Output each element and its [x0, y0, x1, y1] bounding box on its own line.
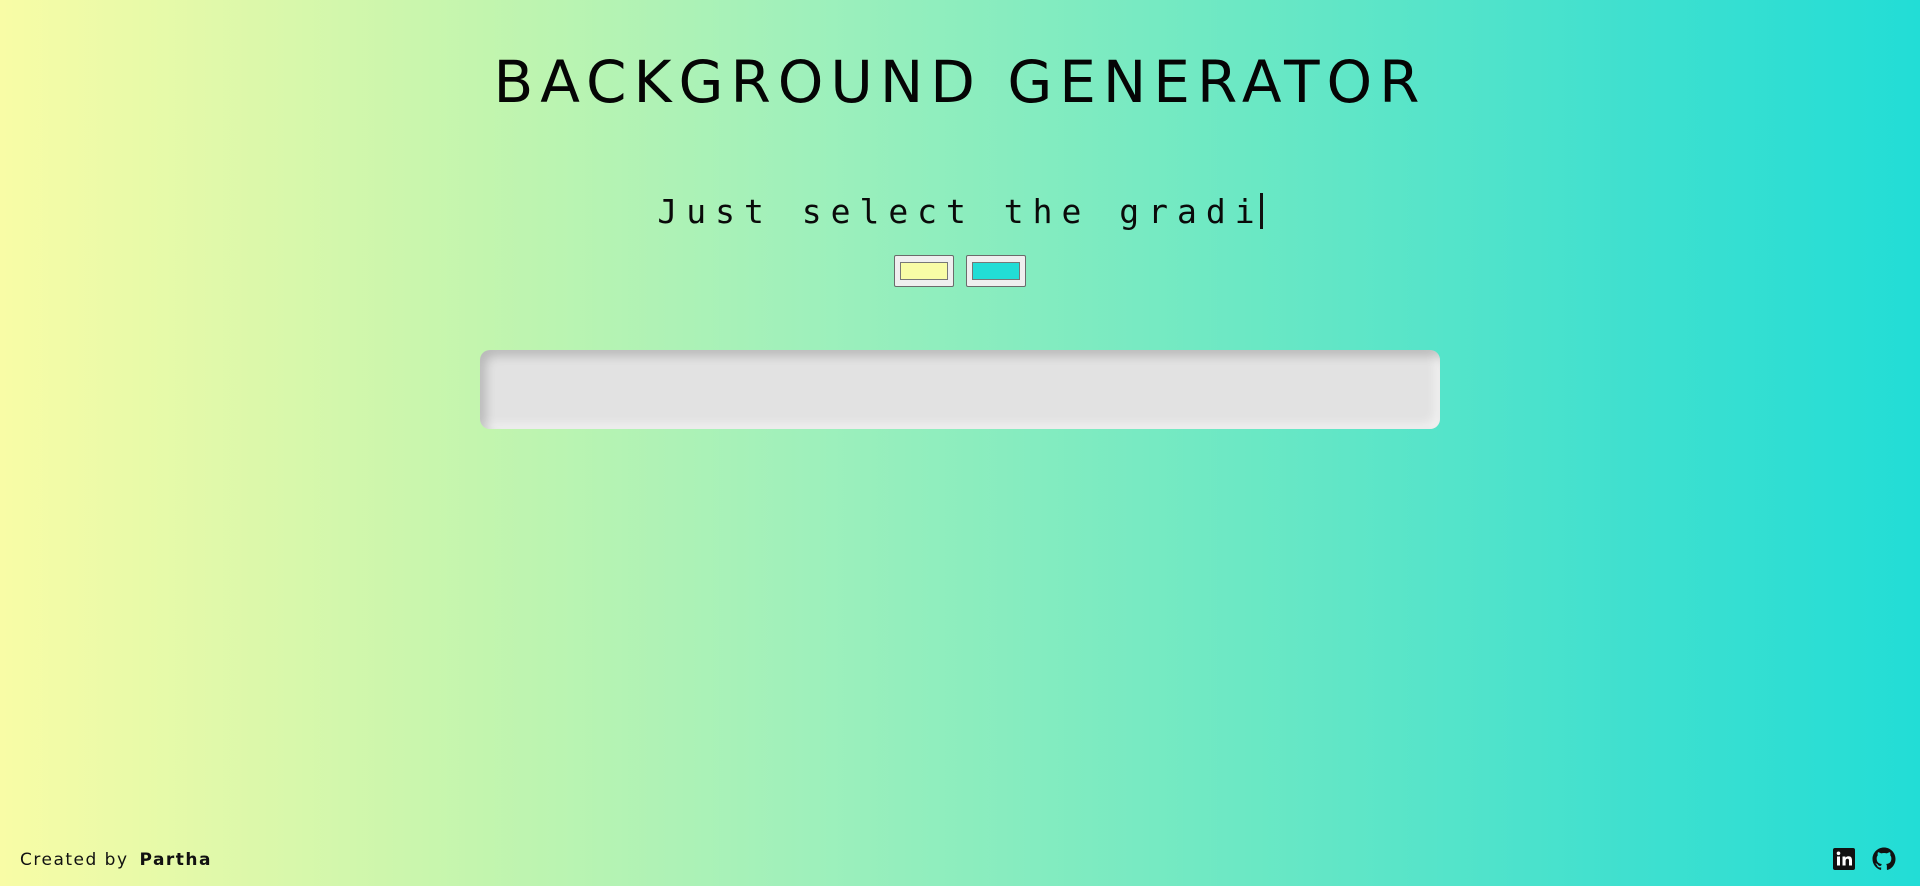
- linkedin-icon[interactable]: [1832, 847, 1856, 871]
- typing-cursor: [1259, 193, 1263, 229]
- footer-credit: Created by Partha: [20, 848, 212, 872]
- color-swatch-2: [972, 262, 1020, 280]
- social-icons: [1832, 847, 1896, 871]
- css-output-box[interactable]: [480, 350, 1440, 429]
- github-icon[interactable]: [1872, 847, 1896, 871]
- color-picker-1[interactable]: [894, 255, 954, 287]
- color-pickers: [0, 255, 1920, 287]
- page-title: BACKGROUND GENERATOR: [493, 48, 1427, 116]
- created-by-label: Created by: [20, 850, 136, 870]
- typing-text: Just select the gradi: [0, 190, 1920, 234]
- author-name: Partha: [139, 850, 212, 870]
- typing-text-content: Just select the gradi: [657, 192, 1264, 231]
- color-picker-2[interactable]: [966, 255, 1026, 287]
- color-swatch-1: [900, 262, 948, 280]
